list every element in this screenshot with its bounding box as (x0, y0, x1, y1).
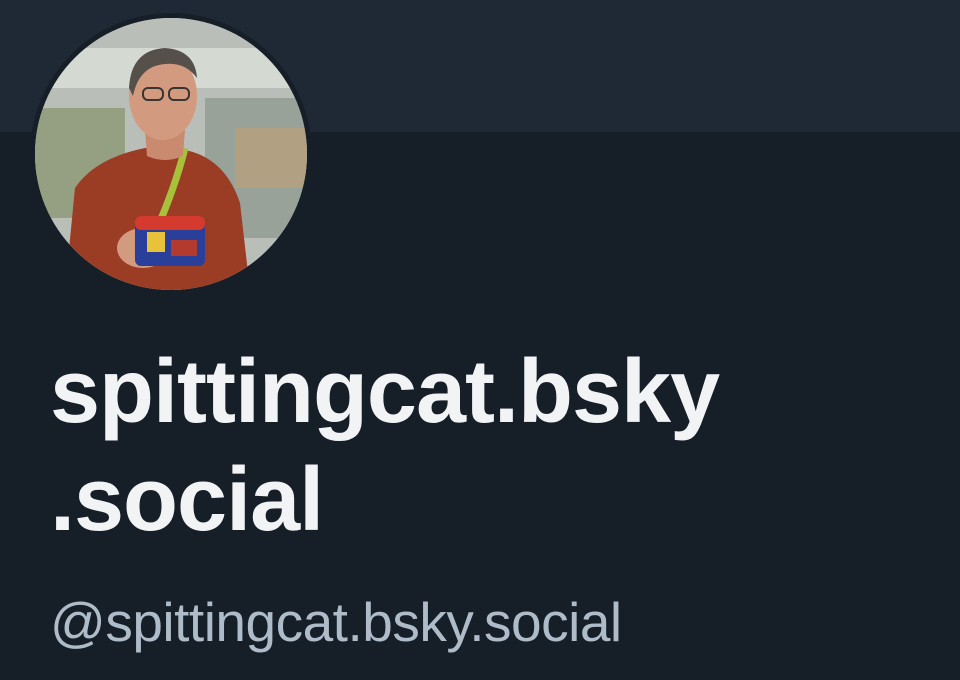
display-name-line1: spittingcat.bsky (50, 342, 720, 442)
avatar-photo (35, 18, 307, 290)
avatar[interactable] (35, 18, 307, 290)
avatar-frame[interactable] (30, 13, 312, 295)
display-name-line2: .social (50, 450, 324, 550)
profile-handle[interactable]: @spittingcat.bsky.social (50, 590, 622, 654)
display-name: spittingcat.bsky .social (50, 338, 930, 554)
profile-page: spittingcat.bsky .social @spittingcat.bsk… (0, 0, 960, 680)
